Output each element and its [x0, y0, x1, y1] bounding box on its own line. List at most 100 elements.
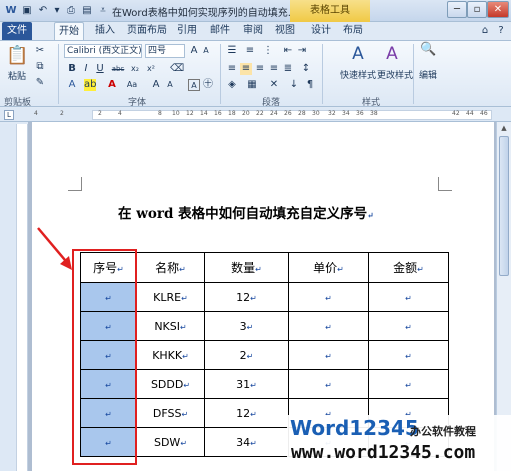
- table-cell[interactable]: 3↵: [204, 311, 289, 341]
- undo-dropdown-icon[interactable]: ▾: [50, 4, 64, 18]
- subscript-button[interactable]: x₂: [128, 63, 142, 75]
- chinese-layout-icon[interactable]: ✕: [268, 79, 280, 91]
- italic-button[interactable]: I: [80, 63, 92, 75]
- superscript-button[interactable]: x²: [144, 63, 158, 75]
- clear-format-icon[interactable]: ⌫: [170, 63, 184, 75]
- ruler-tick-label: 20: [242, 110, 250, 117]
- tab-home[interactable]: 开始: [54, 22, 84, 40]
- open-icon[interactable]: ▤: [80, 4, 94, 18]
- cut-icon[interactable]: ✂: [34, 45, 46, 57]
- font-color-button[interactable]: A: [106, 79, 118, 91]
- customize-toolbar-icon[interactable]: ⩡: [96, 4, 110, 18]
- enclose-char-icon[interactable]: ㊉: [202, 79, 214, 91]
- tab-selector-icon[interactable]: L: [4, 110, 14, 120]
- tab-mailings[interactable]: 邮件: [205, 22, 235, 40]
- shrink-font-2-icon[interactable]: A: [164, 79, 176, 91]
- change-styles-icon[interactable]: A: [382, 44, 402, 64]
- table-cell[interactable]: 2↵: [204, 340, 289, 370]
- text-effects-icon[interactable]: A: [66, 79, 78, 91]
- undo-icon[interactable]: ↶: [36, 4, 50, 18]
- table-cell[interactable]: ↵: [368, 340, 449, 370]
- vertical-ruler[interactable]: [16, 124, 28, 471]
- scrollbar-thumb[interactable]: [499, 136, 509, 276]
- align-left-icon[interactable]: ≡: [226, 63, 238, 75]
- header-cell[interactable]: 金额↵: [368, 252, 449, 283]
- close-button[interactable]: ✕: [487, 1, 509, 18]
- bullets-icon[interactable]: ☰: [226, 45, 238, 57]
- sort-icon[interactable]: ↓: [288, 79, 300, 91]
- copy-icon[interactable]: ⧉: [34, 61, 46, 73]
- bold-button[interactable]: B: [66, 63, 78, 75]
- font-size-select[interactable]: 四号: [145, 44, 185, 58]
- shrink-font-icon[interactable]: A: [200, 45, 212, 57]
- quick-styles-label[interactable]: 快速样式: [340, 68, 376, 81]
- distribute-icon[interactable]: ≣: [282, 63, 294, 75]
- header-cell[interactable]: 单价↵: [288, 252, 369, 283]
- table-cell[interactable]: 34↵: [204, 427, 289, 457]
- strikethrough-button[interactable]: abc: [110, 63, 126, 75]
- table-cell[interactable]: ↵: [288, 340, 369, 370]
- find-icon[interactable]: 🔍: [420, 43, 436, 62]
- save-icon[interactable]: ▣: [20, 4, 34, 18]
- table-cell[interactable]: SDDD↵: [136, 369, 205, 399]
- borders-icon[interactable]: ▦: [246, 79, 258, 91]
- tab-table-design[interactable]: 设计: [306, 22, 336, 40]
- table-cell[interactable]: ↵: [368, 369, 449, 399]
- multilevel-list-icon[interactable]: ⋮: [262, 45, 274, 57]
- group-separator: [58, 44, 59, 104]
- word-app-icon[interactable]: W: [4, 4, 18, 18]
- table-cell[interactable]: 12↵: [204, 398, 289, 428]
- table-cell[interactable]: KLRE↵: [136, 282, 205, 312]
- tab-table-layout[interactable]: 布局: [338, 22, 368, 40]
- tab-references[interactable]: 引用: [172, 22, 202, 40]
- quick-styles-icon[interactable]: A: [348, 44, 368, 64]
- help-icon[interactable]: ?: [494, 22, 508, 40]
- document-heading[interactable]: 在 word 表格中如何自动填充自定义序号↵: [118, 202, 374, 222]
- header-cell[interactable]: 数量↵: [204, 252, 289, 283]
- table-cell[interactable]: NKSI↵: [136, 311, 205, 341]
- table-cell[interactable]: 31↵: [204, 369, 289, 399]
- change-styles-label[interactable]: 更改样式: [377, 68, 413, 81]
- table-cell[interactable]: ↵: [288, 282, 369, 312]
- scroll-up-icon[interactable]: ▲: [499, 124, 509, 134]
- table-cell[interactable]: ↵: [368, 311, 449, 341]
- table-cell[interactable]: DFSS↵: [136, 398, 205, 428]
- char-border-icon[interactable]: A: [188, 79, 200, 91]
- decrease-indent-icon[interactable]: ⇤: [282, 45, 294, 57]
- align-right-icon[interactable]: ≡: [254, 63, 266, 75]
- grow-font-icon[interactable]: A: [188, 45, 200, 57]
- edit-label[interactable]: 编辑: [419, 68, 437, 81]
- numbering-icon[interactable]: ≡: [244, 45, 256, 57]
- shading-icon[interactable]: ◈: [226, 79, 238, 91]
- grow-font-2-icon[interactable]: A: [150, 79, 162, 91]
- paste-icon[interactable]: 📋: [6, 45, 28, 67]
- table-cell[interactable]: ↵: [368, 282, 449, 312]
- table-cell[interactable]: KHKK↵: [136, 340, 205, 370]
- increase-indent-icon[interactable]: ⇥: [296, 45, 308, 57]
- justify-icon[interactable]: ≡: [268, 63, 280, 75]
- tab-file[interactable]: 文件: [2, 22, 32, 40]
- table-cell[interactable]: ↵: [288, 311, 369, 341]
- tab-review[interactable]: 审阅: [238, 22, 268, 40]
- paste-label[interactable]: 粘贴: [8, 69, 26, 82]
- tab-insert[interactable]: 插入: [90, 22, 120, 40]
- collapse-ribbon-icon[interactable]: ⌂: [478, 22, 492, 40]
- line-spacing-icon[interactable]: ↕: [300, 63, 312, 75]
- header-cell[interactable]: 名称↵: [136, 252, 205, 283]
- tab-view[interactable]: 视图: [270, 22, 300, 40]
- font-name-select[interactable]: Calibri (西文正文): [64, 44, 142, 58]
- underline-button[interactable]: U: [94, 63, 106, 75]
- table-cell[interactable]: 12↵: [204, 282, 289, 312]
- align-center-icon[interactable]: ≡: [240, 63, 252, 75]
- maximize-button[interactable]: ▫: [467, 1, 487, 18]
- heading-text: 在 word 表格中如何自动填充自定义序号: [118, 206, 368, 222]
- format-painter-icon[interactable]: ✎: [34, 77, 46, 89]
- minimize-button[interactable]: ─: [447, 1, 467, 18]
- highlight-color-icon[interactable]: ab: [84, 79, 96, 91]
- print-preview-icon[interactable]: ⎙: [64, 4, 78, 18]
- table-cell[interactable]: SDW↵: [136, 427, 205, 457]
- change-case-button[interactable]: Aa: [124, 79, 140, 91]
- table-cell[interactable]: ↵: [288, 369, 369, 399]
- tab-page-layout[interactable]: 页面布局: [124, 22, 170, 40]
- show-marks-icon[interactable]: ¶: [304, 79, 316, 91]
